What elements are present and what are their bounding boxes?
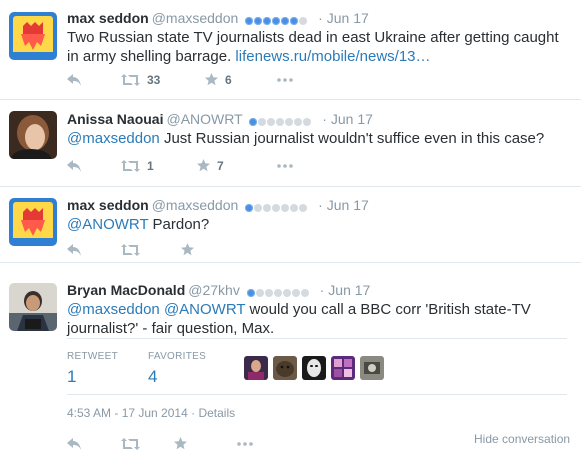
more-icon[interactable] (277, 156, 293, 174)
reply-icon[interactable] (67, 434, 81, 452)
tweet-body-text-1: would you call a BBC corr 'British state… (249, 301, 531, 318)
author-name[interactable]: Bryan MacDonald (67, 282, 185, 298)
tweet-actions (67, 434, 307, 452)
mention-link[interactable]: @ANOWRT (67, 216, 148, 233)
hide-conversation-link[interactable]: Hide conversation (474, 432, 570, 446)
tweet-body-text: Pardon? (152, 216, 210, 233)
tweet-header: max seddon @maxseddon · Jun 17 (67, 9, 369, 27)
rating-dots (245, 10, 308, 28)
favorite-icon (205, 71, 218, 86)
avatar-max-seddon[interactable] (9, 12, 57, 60)
favorite-count: 7 (217, 158, 224, 173)
favorite-button[interactable]: 7 (197, 156, 224, 174)
author-name[interactable]: max seddon (67, 197, 149, 213)
details-link[interactable]: Details (198, 406, 235, 420)
favorites-stat-count[interactable]: 4 (148, 367, 157, 387)
reply-icon[interactable] (67, 240, 81, 258)
avatar-max-seddon[interactable] (9, 198, 57, 246)
rating-dots (249, 111, 312, 129)
tweet-body-text: Just Russian journalist wouldn't suffice… (163, 130, 545, 147)
favoriter-avatar[interactable] (302, 356, 326, 380)
retweet-icon[interactable] (121, 434, 140, 452)
rating-dots (246, 282, 310, 300)
tweet-1[interactable]: max seddon @maxseddon · Jun 17 Two Russian… (0, 0, 581, 100)
stats-divider-bottom (67, 394, 567, 395)
tweet-timestamp: 4:53 AM - 17 Jun 2014 · Details (67, 406, 236, 420)
tweet-date[interactable]: Jun 17 (327, 10, 369, 26)
tweet-actions: 33 6 (67, 70, 307, 88)
avatar-anissa-naouai[interactable] (9, 111, 57, 159)
tweet-text: Two Russian state TV journalists dead in… (67, 28, 567, 66)
author-name[interactable]: max seddon (67, 10, 149, 26)
favorites-stat-label: FAVORITES (148, 351, 207, 362)
mention-link-1[interactable]: @maxseddon (67, 301, 160, 318)
tweet-text: @maxseddon @ANOWRT would you call a BBC … (67, 300, 567, 338)
favorite-count: 6 (225, 72, 232, 87)
retweet-stat-label: RETWEET (67, 351, 118, 362)
tweet-header: Anissa Naouai @ANOWRT · Jun 17 (67, 110, 373, 128)
reply-icon[interactable] (67, 156, 81, 174)
stats-divider-top (67, 338, 567, 339)
retweet-count: 33 (147, 72, 161, 87)
tweet-2[interactable]: Anissa Naouai @ANOWRT · Jun 17 @maxseddon … (0, 100, 581, 187)
retweet-button[interactable]: 33 (121, 70, 160, 88)
more-icon[interactable] (277, 70, 293, 88)
tweet-date[interactable]: Jun 17 (327, 197, 369, 213)
favoriter-avatars (244, 356, 389, 382)
retweet-count: 1 (147, 158, 154, 173)
rating-dots (245, 197, 308, 215)
favorite-icon[interactable] (181, 240, 194, 258)
favoriter-avatar[interactable] (273, 356, 297, 380)
retweet-button[interactable]: 1 (121, 156, 154, 174)
timestamp-text[interactable]: 4:53 AM - 17 Jun 2014 (67, 406, 188, 420)
tweet-header: Bryan MacDonald @27khv · Jun 17 (67, 281, 370, 299)
favoriter-avatar[interactable] (331, 356, 355, 380)
author-handle[interactable]: @27khv (188, 282, 240, 298)
favoriter-avatar[interactable] (360, 356, 384, 380)
tweet-header: max seddon @maxseddon · Jun 17 (67, 196, 369, 214)
mention-link-2[interactable]: @ANOWRT (164, 301, 245, 318)
tweet-link[interactable]: lifenews.ru/mobile/news/13… (235, 48, 430, 65)
retweet-stat-count[interactable]: 1 (67, 367, 76, 387)
tweet-actions (67, 240, 307, 258)
tweet-3[interactable]: max seddon @maxseddon · Jun 17 @ANOWRT Par… (0, 187, 581, 263)
mention-link[interactable]: @maxseddon (67, 130, 160, 147)
more-icon[interactable] (237, 434, 253, 452)
tweet-body-text-2: journalist?' - fair question, Max. (67, 320, 275, 337)
reply-icon[interactable] (67, 70, 81, 88)
tweet-date[interactable]: Jun 17 (328, 282, 370, 298)
favorite-icon (197, 157, 210, 172)
tweet-text: @ANOWRT Pardon? (67, 215, 567, 234)
tweet-4-expanded[interactable]: Bryan MacDonald @27khv · Jun 17 @maxseddon… (0, 263, 581, 460)
favorite-button[interactable]: 6 (205, 70, 232, 88)
author-handle[interactable]: @ANOWRT (166, 111, 242, 127)
author-handle[interactable]: @maxseddon (152, 197, 239, 213)
favorite-icon[interactable] (174, 434, 187, 452)
retweet-icon[interactable] (121, 240, 140, 258)
tweet-text: @maxseddon Just Russian journalist would… (67, 129, 567, 148)
retweet-icon (121, 157, 140, 172)
tweet-date[interactable]: Jun 17 (331, 111, 373, 127)
author-name[interactable]: Anissa Naouai (67, 111, 163, 127)
retweet-icon (121, 71, 140, 86)
avatar-bryan-macdonald[interactable] (9, 283, 57, 331)
author-handle[interactable]: @maxseddon (152, 10, 239, 26)
favoriter-avatar[interactable] (244, 356, 268, 380)
tweet-actions: 1 7 (67, 156, 307, 174)
